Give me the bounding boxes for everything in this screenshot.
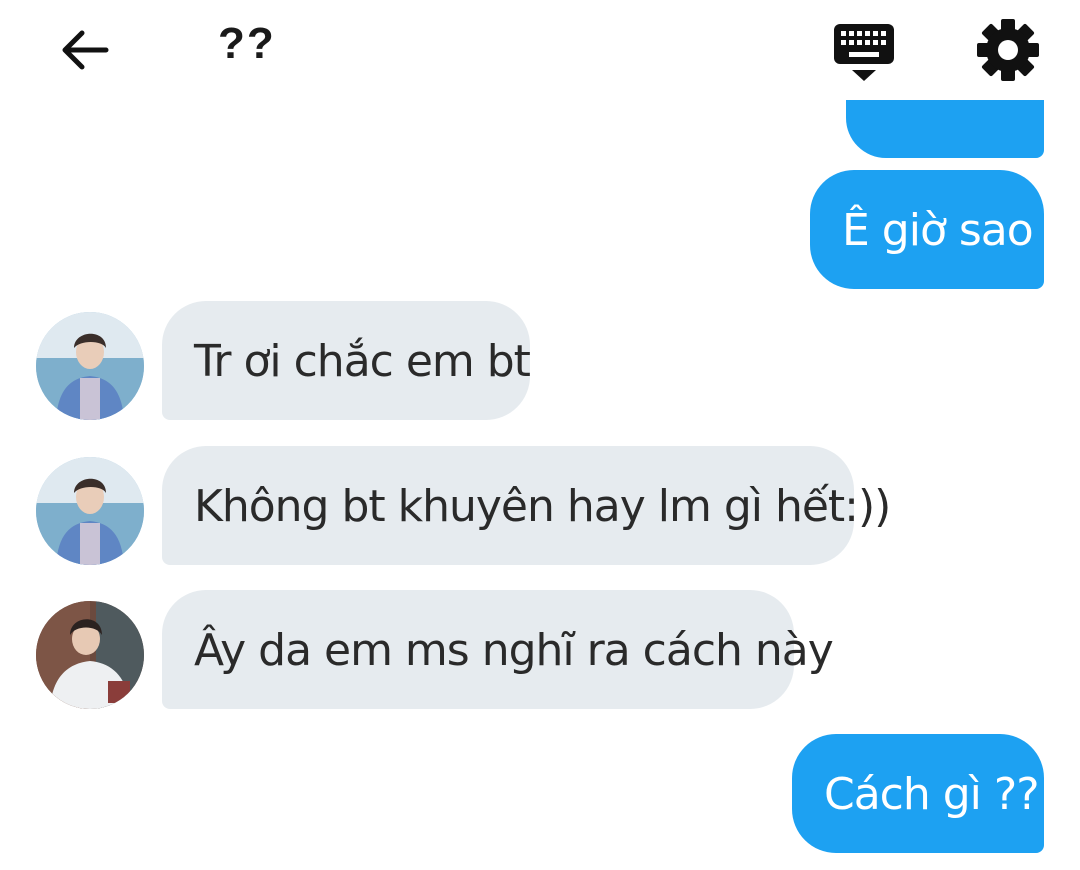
message-text: Ê giờ sao xyxy=(842,205,1034,256)
message-bubble-incoming[interactable]: Ây da em ms nghĩ ra cách này xyxy=(162,590,834,709)
arrow-left-icon xyxy=(62,30,109,70)
settings-button[interactable] xyxy=(976,18,1040,82)
conversation-title: ?? xyxy=(218,19,276,68)
gear-icon xyxy=(977,19,1039,81)
message-text: Ây da em ms nghĩ ra cách này xyxy=(194,625,834,676)
message-text: Cách gì ?? xyxy=(824,769,1040,820)
conversation-header: ?? xyxy=(0,0,1080,100)
message-bubble-partial xyxy=(846,100,1044,158)
message-text: Tr ơi chắc em bt xyxy=(194,336,531,387)
message-bubble-incoming[interactable]: Không bt khuyên hay lm gì hết:)) xyxy=(162,446,891,565)
message-text: Không bt khuyên hay lm gì hết:)) xyxy=(194,481,891,532)
back-button[interactable] xyxy=(56,22,112,78)
keyboard-toggle-button[interactable] xyxy=(830,20,898,86)
message-bubble-outgoing[interactable]: Ê giờ sao xyxy=(810,170,1044,289)
keyboard-icon xyxy=(834,24,894,81)
avatar[interactable] xyxy=(36,601,144,709)
avatar[interactable] xyxy=(36,457,144,565)
message-bubble-outgoing[interactable]: Cách gì ?? xyxy=(792,734,1044,853)
avatar[interactable] xyxy=(36,312,144,420)
message-bubble-incoming[interactable]: Tr ơi chắc em bt xyxy=(162,301,531,420)
